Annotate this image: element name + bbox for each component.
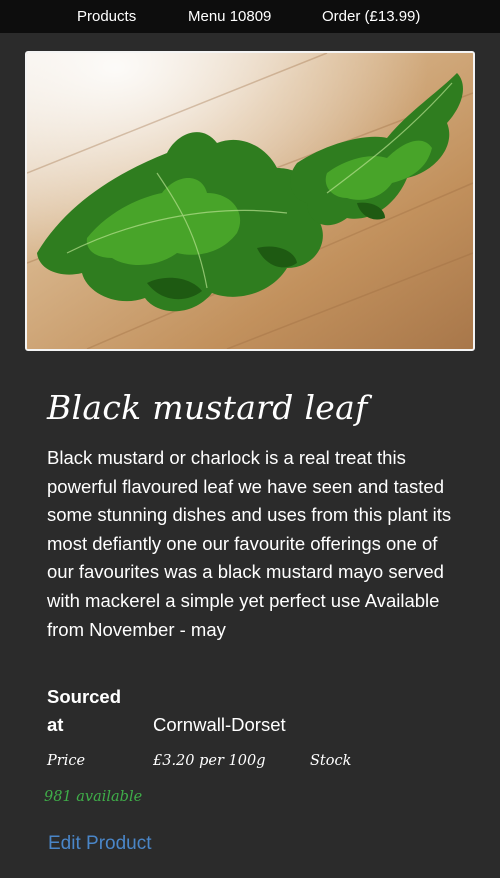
- sourced-at-value: Cornwall-Dorset: [153, 714, 286, 735]
- stock-available: 981 available: [44, 789, 143, 805]
- price-label: Price: [47, 753, 86, 769]
- top-navigation: Products Menu 10809 Order (£13.99): [0, 0, 500, 33]
- nav-order-link[interactable]: Order (£13.99): [322, 8, 420, 25]
- sourced-at-label: Sourced at: [47, 686, 122, 735]
- price-value: £3.20 per 100g: [153, 753, 266, 769]
- leafy-greens-icon: [27, 53, 473, 349]
- edit-product-link[interactable]: Edit Product: [48, 833, 152, 855]
- nav-menu-link[interactable]: Menu 10809: [188, 8, 271, 25]
- stock-label: Stock: [310, 753, 352, 769]
- product-image: [25, 51, 475, 351]
- product-description: Black mustard or charlock is a real trea…: [47, 447, 452, 640]
- product-title: Black mustard leaf: [47, 388, 368, 427]
- nav-products-link[interactable]: Products: [77, 8, 136, 25]
